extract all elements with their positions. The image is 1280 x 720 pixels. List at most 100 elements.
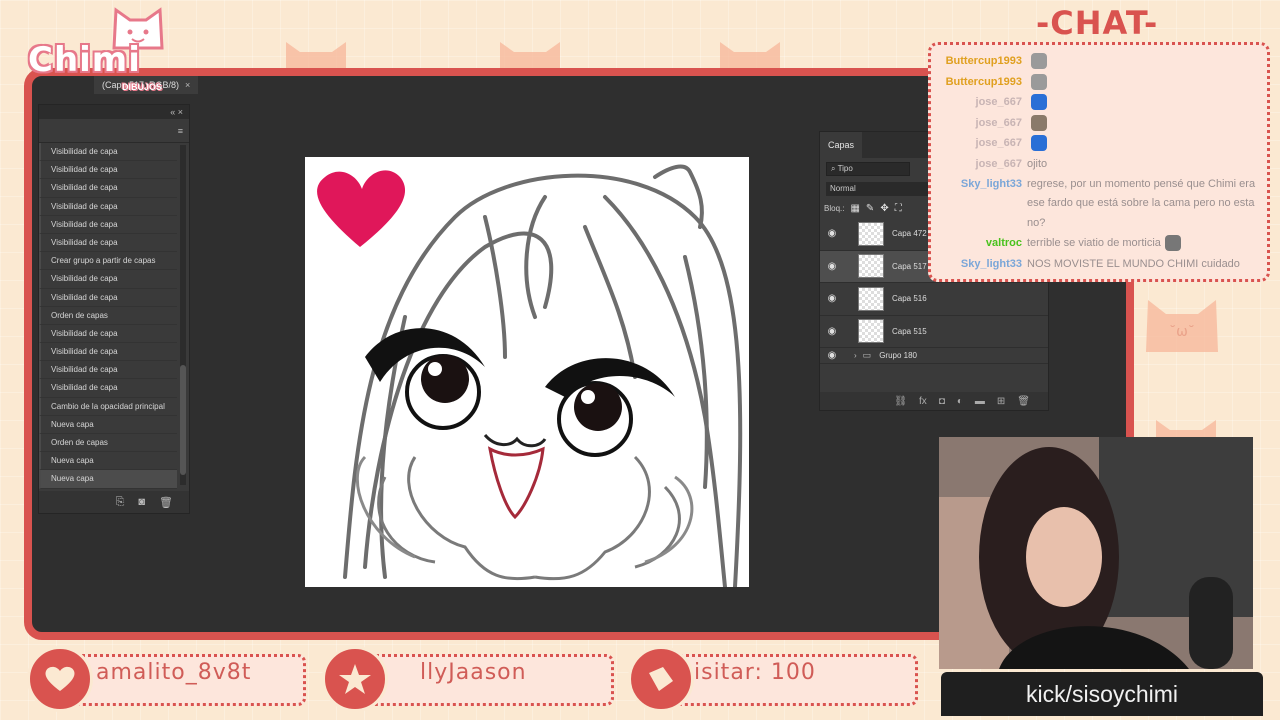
chimi-logo: Chimi DIBUJOS	[6, 4, 186, 96]
history-item[interactable]: Visibilidad de capa	[39, 161, 177, 180]
chat-text-content: regrese, por un momento pensé que Chimi …	[1027, 177, 1256, 229]
history-item[interactable]: Visibilidad de capa	[39, 361, 177, 380]
logo-text: Chimi	[28, 40, 141, 80]
chat-username[interactable]: Buttercup1993	[937, 51, 1027, 72]
logo-subtitle: DIBUJOS	[122, 82, 163, 92]
alert-text-3: isitar: 100	[694, 660, 816, 685]
chat-username[interactable]: Buttercup1993	[937, 72, 1027, 93]
layer-name: Capa 472	[892, 229, 927, 239]
layers-footer: ⛓ fx ◘ ◐ ▬ ⊞ 🗑	[820, 392, 1048, 410]
history-item[interactable]: Orden de capas	[39, 434, 177, 453]
lock-position-icon[interactable]: ✥	[880, 203, 888, 214]
chat-message: jose_667 ojito	[937, 154, 1261, 175]
snapshot-camera-icon[interactable]: ◙	[138, 496, 145, 508]
chat-message: valtroc terrible se viatio de morticia	[937, 233, 1261, 254]
chat-text	[1027, 133, 1047, 154]
history-item[interactable]: Visibilidad de capa	[39, 288, 177, 307]
star-icon	[322, 646, 388, 712]
trash-icon[interactable]: 🗑	[1017, 396, 1030, 407]
lock-transparency-icon[interactable]: ▦	[850, 203, 859, 214]
eye-icon[interactable]: ◉	[820, 350, 844, 361]
scrollbar-thumb[interactable]	[180, 365, 186, 475]
history-item[interactable]: Visibilidad de capa	[39, 379, 177, 398]
blend-mode-label: Normal	[830, 184, 856, 193]
chat-message-list: Buttercup1993 Buttercup1993 jose_667 jose_6…	[937, 51, 1261, 274]
history-item[interactable]: Visibilidad de capa	[39, 324, 177, 344]
cat-decoration-icon: ˘ω˘	[1146, 300, 1218, 352]
webcam-feed	[939, 437, 1253, 669]
kind-filter-dropdown[interactable]: ⌕ Tipo	[826, 162, 910, 176]
panel-collapse-icon[interactable]: « ×	[39, 105, 189, 119]
webcam-image	[939, 437, 1253, 669]
history-item[interactable]: Nueva capa	[39, 470, 177, 489]
emote-icon	[1031, 94, 1047, 111]
chat-username[interactable]: jose_667	[937, 154, 1027, 175]
chat-username[interactable]: jose_667	[937, 92, 1027, 113]
history-item[interactable]: Visibilidad de capa	[39, 215, 177, 234]
new-layer-icon[interactable]: ⊞	[997, 396, 1005, 407]
svg-text:˘ω˘: ˘ω˘	[1169, 324, 1195, 340]
chat-username[interactable]: Sky_light33	[937, 254, 1027, 275]
link-icon[interactable]: ⛓	[894, 396, 907, 407]
history-item[interactable]: Visibilidad de capa	[39, 270, 177, 289]
chat-username[interactable]: Sky_light33	[937, 175, 1027, 234]
history-list: Visibilidad de capa Visibilidad de capa Vi…	[39, 143, 189, 489]
alert-text-1: amalito_8v8t	[96, 660, 252, 685]
history-item[interactable]: Nueva capa	[39, 452, 177, 471]
emote-icon	[1031, 114, 1047, 131]
sketch-artwork	[317, 164, 743, 587]
chat-username[interactable]: valtroc	[937, 233, 1027, 254]
new-document-from-state-icon[interactable]: ⎘	[116, 496, 125, 509]
lock-artboard-icon[interactable]: ⛶	[895, 203, 902, 214]
lock-pixels-icon[interactable]: ✎	[866, 203, 874, 214]
emote-icon	[1031, 53, 1047, 70]
history-item[interactable]: Crear grupo a partir de capas	[39, 252, 177, 271]
history-item[interactable]: Visibilidad de capa	[39, 197, 177, 216]
eye-icon[interactable]: ◉	[820, 326, 844, 337]
history-item[interactable]: Cambio de la opacidad principal	[39, 397, 177, 416]
chat-message: Buttercup1993	[937, 72, 1261, 93]
chat-text	[1027, 113, 1047, 134]
history-item[interactable]: Visibilidad de capa	[39, 143, 177, 162]
drawing-canvas[interactable]	[305, 157, 749, 587]
history-scrollbar[interactable]	[180, 145, 186, 485]
chat-text	[1027, 51, 1047, 72]
eye-icon[interactable]: ◉	[820, 293, 844, 304]
panel-menu-icon[interactable]: ≡	[39, 119, 189, 143]
eye-icon[interactable]: ◉	[820, 228, 844, 239]
fx-icon[interactable]: fx	[919, 396, 927, 407]
layer-group-row[interactable]: ◉ › ▭ Grupo 180	[820, 348, 1048, 364]
layer-row[interactable]: ◉ Capa 515	[820, 316, 1048, 348]
chat-text: NOS MOVISTE EL MUNDO CHIMI cuidado	[1027, 254, 1240, 275]
layer-name: Capa 517	[892, 261, 927, 271]
chat-text: ojito	[1027, 154, 1047, 175]
layer-thumbnail	[858, 221, 884, 246]
new-group-icon[interactable]: ▬	[975, 396, 985, 407]
eye-icon[interactable]: ◉	[820, 261, 844, 272]
layer-name: Capa 516	[892, 294, 927, 304]
chat-text-content: ojito	[1027, 157, 1048, 170]
chevron-right-icon[interactable]: ›	[854, 351, 857, 360]
history-item[interactable]: Nueva capa	[39, 415, 177, 434]
layer-thumbnail	[858, 319, 884, 344]
history-item[interactable]: Visibilidad de capa	[39, 233, 177, 253]
layer-row[interactable]: ◉ Capa 516	[820, 283, 1048, 316]
trash-icon[interactable]: 🗑	[159, 496, 173, 509]
history-item[interactable]: Visibilidad de capa	[39, 343, 177, 362]
chat-message: jose_667	[937, 113, 1261, 134]
chat-text: regrese, por un momento pensé que Chimi …	[1027, 175, 1261, 234]
history-footer: ⎘ ◙ 🗑	[39, 491, 189, 513]
heart-drawing-icon	[317, 170, 406, 247]
adjustment-icon[interactable]: ◐	[957, 396, 963, 407]
chat-username[interactable]: jose_667	[937, 113, 1027, 134]
chat-text-content: terrible se viatio de morticia	[1027, 237, 1161, 250]
history-item[interactable]: Orden de capas	[39, 306, 177, 325]
history-panel: « × ≡ Visibilidad de capa Visibilidad de …	[38, 104, 190, 514]
blend-mode-dropdown[interactable]: Normal	[826, 182, 936, 196]
emote-icon	[1164, 235, 1181, 252]
chat-username[interactable]: jose_667	[937, 133, 1027, 154]
tab-layers[interactable]: Capas	[820, 132, 863, 158]
history-item[interactable]: Visibilidad de capa	[39, 179, 177, 198]
chat-title: -CHAT-	[1036, 4, 1159, 42]
mask-icon[interactable]: ◘	[939, 396, 945, 407]
